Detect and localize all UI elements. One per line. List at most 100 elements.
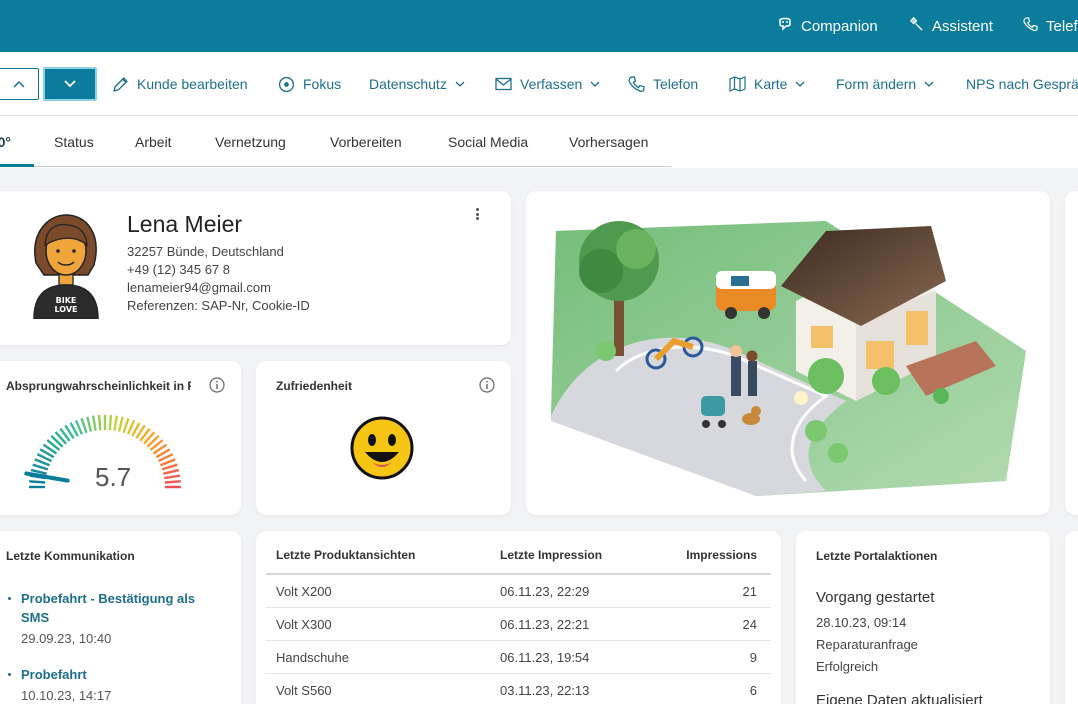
gauge-tick xyxy=(164,480,181,484)
offscreen-card-bottom xyxy=(1065,531,1078,704)
next-record-button[interactable] xyxy=(43,67,97,101)
mail-icon xyxy=(495,77,512,91)
communication-item-time: 29.09.23, 10:40 xyxy=(21,631,112,646)
header-phone-label: Telefon xyxy=(1046,17,1078,35)
portal-item-title: Vorgang gestartet xyxy=(816,589,935,606)
focus-button[interactable]: Fokus xyxy=(278,52,341,115)
portal-item-date: 28.10.23, 09:14 xyxy=(816,615,907,630)
gauge-tick xyxy=(164,474,181,480)
gauge-tick xyxy=(97,414,102,431)
gauge-tick xyxy=(161,463,178,471)
gauge-tick xyxy=(29,480,46,484)
happy-face-icon xyxy=(350,416,414,480)
companion-label: Companion xyxy=(801,17,878,35)
row-divider xyxy=(266,673,771,674)
pencil-icon xyxy=(112,76,129,93)
count-cell: 6 xyxy=(749,683,757,698)
portal-actions-card: Letzte Portalaktionen Vorgang gestartet … xyxy=(796,531,1050,704)
phone-button[interactable]: Telefon xyxy=(628,52,698,115)
edit-customer-button[interactable]: Kunde bearbeiten xyxy=(112,52,248,115)
tab-predictions-label: Vorhersagen xyxy=(569,134,649,150)
gauge-tick xyxy=(86,416,93,432)
list-item[interactable]: Probefahrt 10.10.23, 14:17 xyxy=(8,665,221,703)
impression-cell: 06.11.23, 22:29 xyxy=(500,584,590,599)
customer-references: Referenzen: SAP-Nr, Cookie-ID xyxy=(127,298,310,313)
compose-dropdown[interactable]: Verfassen xyxy=(495,52,600,115)
churn-title: Absprungwahrscheinlichkeit in Prozent xyxy=(6,379,191,393)
gauge-tick xyxy=(117,416,124,432)
tab-work-label: Arbeit xyxy=(135,134,172,150)
gauge-tick xyxy=(113,415,119,431)
previous-record-button[interactable] xyxy=(0,68,39,100)
gauge-tick xyxy=(80,417,88,434)
chevron-down-icon xyxy=(795,81,805,87)
communication-item-time: 10.10.23, 14:17 xyxy=(21,688,112,703)
communication-card: Letzte Kommunikation Probefahrt - Bestät… xyxy=(0,531,241,704)
tab-social-media-label: Social Media xyxy=(448,134,529,150)
count-cell: 9 xyxy=(749,650,757,665)
product-cell: Volt X200 xyxy=(276,584,332,599)
tab-360[interactable]: 360° xyxy=(0,116,11,168)
impression-cell: 06.11.23, 19:54 xyxy=(500,650,590,665)
map-dropdown[interactable]: Karte xyxy=(729,52,805,115)
assistant-icon xyxy=(909,16,932,36)
household-illustration xyxy=(551,221,1026,496)
churn-value: 5.7 xyxy=(95,462,132,492)
bullet xyxy=(8,597,11,600)
compose-label: Verfassen xyxy=(520,76,583,92)
header-phone-button[interactable]: Telefon xyxy=(1023,0,1078,52)
chevron-down-icon xyxy=(924,81,934,87)
communication-item-title: Probefahrt - Bestätigung als SMS xyxy=(21,591,196,625)
satisfaction-card: Zufriedenheit xyxy=(256,361,511,515)
satisfaction-title: Zufriedenheit xyxy=(276,379,353,393)
gauge-tick xyxy=(32,463,49,471)
churn-probability-card: Absprungwahrscheinlichkeit in Prozent 5.… xyxy=(0,361,241,515)
tab-status[interactable]: Status xyxy=(54,116,94,168)
bullet xyxy=(8,673,11,676)
tab-prepare[interactable]: Vorbereiten xyxy=(330,116,402,168)
chevron-down-icon xyxy=(455,81,465,87)
nps-button[interactable]: NPS nach Gespräch xyxy=(966,52,1078,115)
product-cell: Volt X300 xyxy=(276,617,332,632)
gauge-tick xyxy=(91,415,97,431)
gauge-tick xyxy=(122,417,130,434)
count-cell: 21 xyxy=(742,584,757,599)
tab-prepare-label: Vorbereiten xyxy=(330,134,402,150)
focus-icon xyxy=(278,76,295,93)
privacy-label: Datenschutz xyxy=(369,76,447,92)
app-header: Companion Assistent Telefon xyxy=(0,0,1078,52)
customer-phone: +49 (12) 345 67 8 xyxy=(127,262,230,277)
assistant-button[interactable]: Assistent xyxy=(909,0,993,52)
kebab-icon[interactable] xyxy=(472,206,482,222)
product-views-card: Letzte Produktansichten Letzte Impressio… xyxy=(256,531,781,704)
impression-cell: 03.11.23, 22:13 xyxy=(500,683,590,698)
privacy-dropdown[interactable]: Datenschutz xyxy=(369,52,465,115)
customer-email: lenameier94@gmail.com xyxy=(127,280,271,295)
tab-social-media[interactable]: Social Media xyxy=(448,116,528,168)
chevron-down-icon xyxy=(64,75,76,93)
map-label: Karte xyxy=(754,76,788,92)
tab-predictions[interactable]: Vorhersagen xyxy=(569,116,648,168)
chevron-down-icon xyxy=(590,81,600,87)
nps-label: NPS nach Gespräch xyxy=(966,76,1078,92)
tab-divider xyxy=(0,166,671,167)
change-form-label: Form ändern xyxy=(836,76,917,92)
chevron-up-icon xyxy=(12,75,25,93)
customer-address: 32257 Bünde, Deutschland xyxy=(127,244,284,259)
change-form-dropdown[interactable]: Form ändern xyxy=(836,52,934,115)
shirt-text-top: BIKE xyxy=(56,296,77,305)
header-divider xyxy=(266,573,771,575)
tab-work[interactable]: Arbeit xyxy=(135,116,172,168)
product-cell: Volt S560 xyxy=(276,683,332,698)
info-icon[interactable] xyxy=(479,377,495,393)
tab-network[interactable]: Vernetzung xyxy=(215,116,286,168)
impression-cell: 06.11.23, 22:21 xyxy=(500,617,590,632)
companion-button[interactable]: Companion xyxy=(777,0,878,52)
info-icon[interactable] xyxy=(209,377,225,393)
phone-icon xyxy=(628,75,645,93)
column-header-product: Letzte Produktansichten xyxy=(276,548,416,562)
list-item[interactable]: Probefahrt - Bestätigung als SMS 29.09.2… xyxy=(8,589,221,646)
tab-360-label: 360° xyxy=(0,134,11,150)
assistant-label: Assistent xyxy=(932,17,993,35)
active-tab-indicator xyxy=(0,164,34,167)
